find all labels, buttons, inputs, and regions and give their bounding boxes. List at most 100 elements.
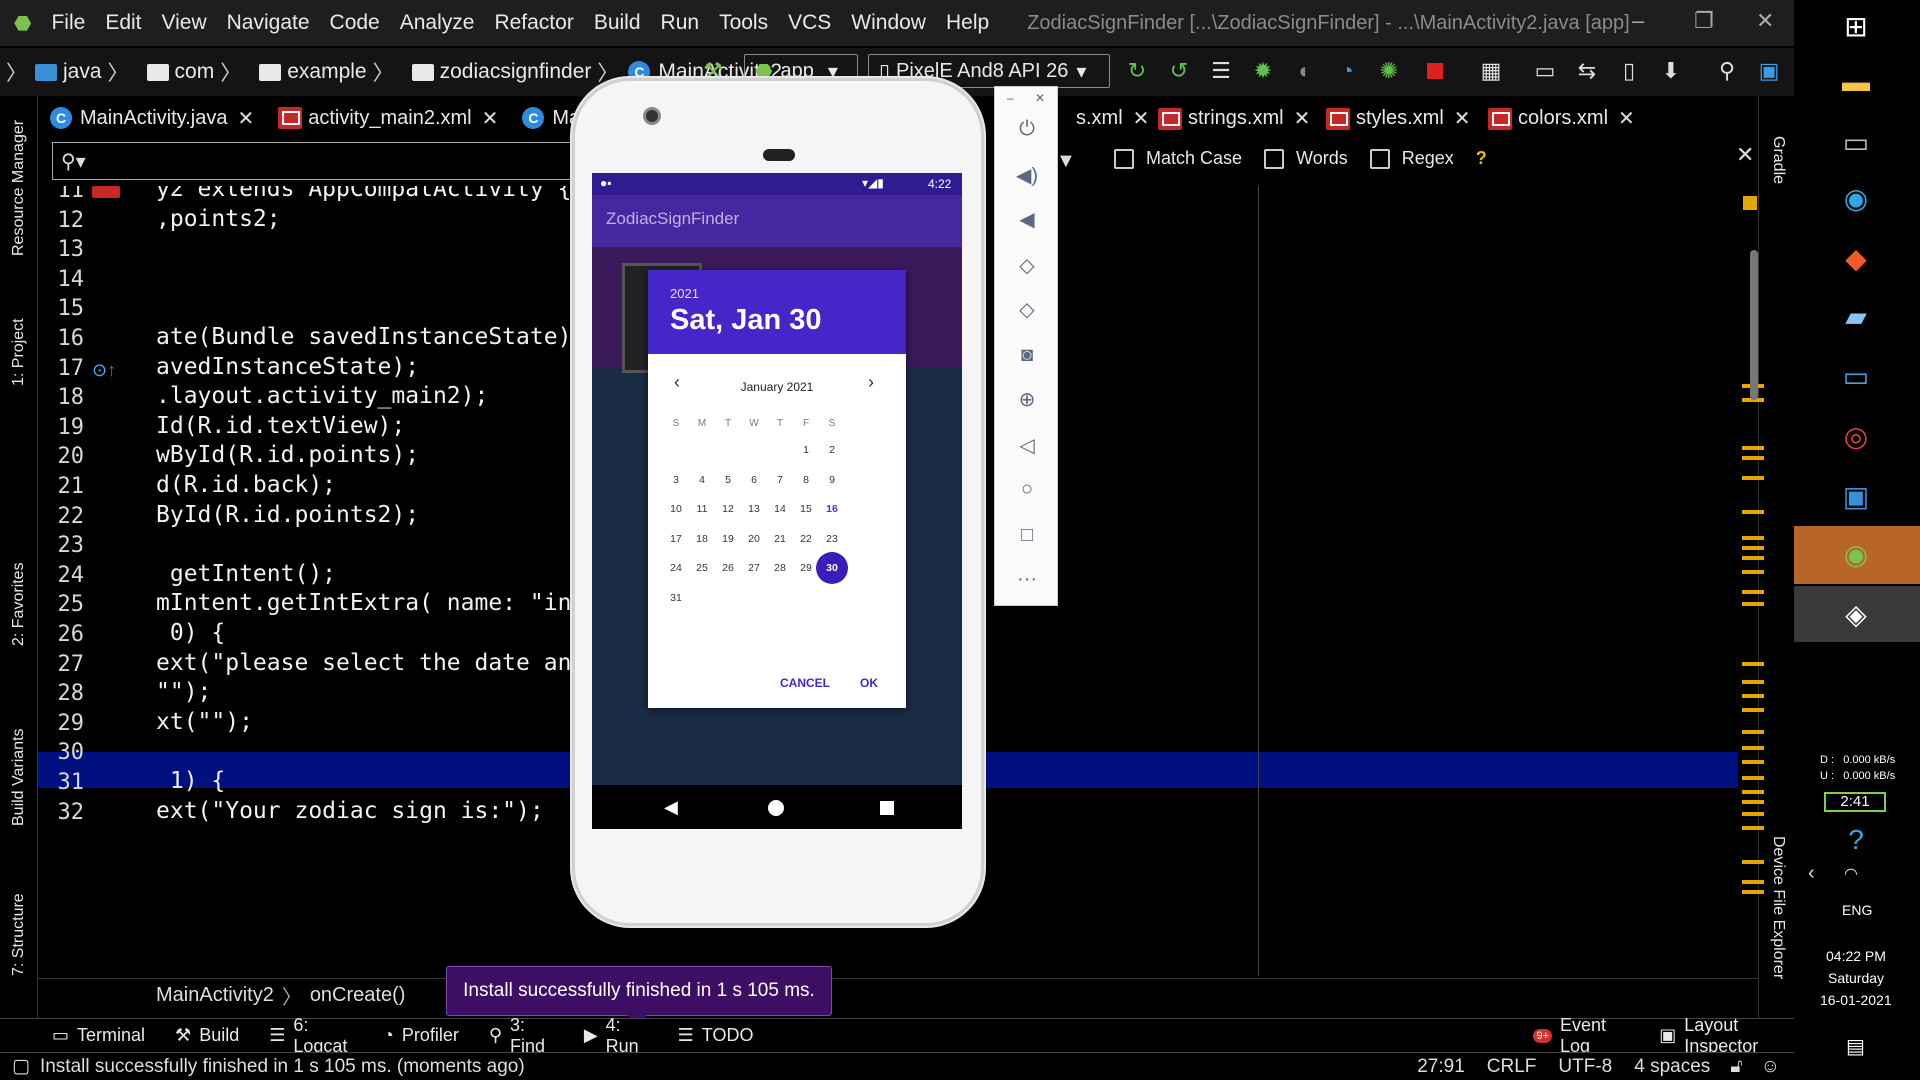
- menu-vcs[interactable]: VCS: [788, 11, 831, 35]
- code-line[interactable]: ate(Bundle savedInstanceState): [156, 324, 571, 350]
- scroll-marker[interactable]: [1742, 680, 1764, 684]
- stop-icon[interactable]: [1422, 58, 1448, 84]
- scroll-marker[interactable]: [1742, 880, 1764, 884]
- scroll-marker[interactable]: [1742, 746, 1764, 750]
- notifications-icon[interactable]: ▤: [1846, 1034, 1865, 1059]
- line-separator[interactable]: CRLF: [1487, 1056, 1537, 1078]
- close-emulator-icon[interactable]: ✕: [1035, 91, 1045, 105]
- close-tab-icon[interactable]: ✕: [1294, 106, 1311, 131]
- rotate-left-icon[interactable]: ◇: [1013, 251, 1041, 279]
- language-indicator[interactable]: ENG: [1842, 902, 1872, 918]
- tool-event-log[interactable]: 9+ Event Log: [1533, 1015, 1625, 1057]
- help-icon[interactable]: ?: [1838, 822, 1874, 858]
- power-icon[interactable]: ⏻: [1013, 115, 1041, 143]
- more-icon[interactable]: ···: [1013, 565, 1041, 593]
- tool-structure[interactable]: 7: Structure: [10, 893, 28, 976]
- menu-build[interactable]: Build: [594, 11, 641, 35]
- menu-refactor[interactable]: Refactor: [494, 11, 573, 35]
- home-icon[interactable]: [768, 800, 784, 816]
- menu-code[interactable]: Code: [330, 11, 380, 35]
- close-tab-icon[interactable]: ✕: [1133, 106, 1150, 131]
- tab-styles-xml[interactable]: styles.xml ✕: [1326, 106, 1471, 131]
- tool-favorites[interactable]: 2: Favorites: [10, 562, 28, 646]
- code-line[interactable]: 1) {: [156, 768, 225, 794]
- menu-file[interactable]: File: [51, 11, 85, 35]
- close-tab-icon[interactable]: ✕: [1618, 106, 1635, 131]
- scroll-marker[interactable]: [1742, 556, 1764, 560]
- calendar-day[interactable]: 23: [816, 523, 848, 555]
- chrome-icon[interactable]: ◎: [1838, 418, 1874, 454]
- close-window-icon[interactable]: ✕: [1756, 8, 1774, 34]
- calendar-day[interactable]: 16: [816, 493, 848, 525]
- scroll-marker[interactable]: [1742, 694, 1764, 698]
- app-window-icon[interactable]: ▣: [1838, 478, 1874, 514]
- tool-run[interactable]: ▶ 4: Run: [584, 1015, 648, 1057]
- computer-icon[interactable]: ▭: [1838, 124, 1874, 160]
- attach-debugger-icon[interactable]: ✺: [1376, 58, 1402, 84]
- next-month-icon[interactable]: ›: [868, 372, 874, 393]
- scroll-marker[interactable]: [1742, 570, 1764, 574]
- tab-values-xml[interactable]: s.xml ✕: [1076, 106, 1149, 131]
- calendar-day[interactable]: 30: [816, 552, 848, 584]
- close-tab-icon[interactable]: ✕: [237, 106, 254, 131]
- breadcrumb-class[interactable]: MainActivity2: [156, 984, 274, 1007]
- code-line[interactable]: ext("Your zodiac sign is:");: [156, 798, 544, 824]
- brave-icon[interactable]: ◆: [1838, 240, 1874, 276]
- scroll-marker[interactable]: [1742, 590, 1764, 594]
- tool-build-variants[interactable]: Build Variants: [10, 728, 28, 826]
- scroll-marker[interactable]: [1742, 760, 1764, 764]
- tool-gradle[interactable]: Gradle: [1769, 136, 1787, 184]
- code-line[interactable]: avedInstanceState);: [156, 354, 419, 380]
- menu-view[interactable]: View: [162, 11, 207, 35]
- find-input[interactable]: ⚲▾: [52, 142, 577, 180]
- scroll-marker[interactable]: [1742, 890, 1764, 894]
- scroll-marker[interactable]: [1742, 776, 1764, 780]
- scroll-marker[interactable]: [1742, 826, 1764, 830]
- scroll-marker[interactable]: [1742, 860, 1764, 864]
- menu-tools[interactable]: Tools: [719, 11, 768, 35]
- warning-indicator-icon[interactable]: [1743, 196, 1757, 210]
- scroll-marker[interactable]: [1742, 446, 1764, 450]
- notes-icon[interactable]: ▰: [1838, 298, 1874, 334]
- scrollbar-thumb[interactable]: [1750, 250, 1758, 400]
- scroll-marker[interactable]: [1742, 456, 1764, 460]
- close-tab-icon[interactable]: ✕: [1454, 106, 1471, 131]
- scroll-marker[interactable]: [1742, 800, 1764, 804]
- camera-icon[interactable]: ◙: [1013, 341, 1041, 369]
- scroll-marker[interactable]: [1742, 510, 1764, 514]
- regex-checkbox[interactable]: Regex: [1369, 148, 1454, 169]
- volume-down-icon[interactable]: ◀: [1013, 205, 1041, 233]
- scroll-marker[interactable]: [1742, 812, 1764, 816]
- profile-icon[interactable]: ◔: [1334, 58, 1360, 84]
- code-line[interactable]: getIntent();: [156, 561, 336, 587]
- laptop-icon[interactable]: ▭: [1838, 358, 1874, 394]
- year-label[interactable]: 2021: [670, 286, 699, 301]
- regex-help-icon[interactable]: ?: [1476, 148, 1487, 169]
- sdk-manager-icon[interactable]: ⬇: [1658, 58, 1684, 84]
- zoom-icon[interactable]: ⊕: [1013, 385, 1041, 413]
- file-explorer-icon[interactable]: ▬: [1838, 64, 1874, 100]
- ok-button[interactable]: OK: [860, 676, 878, 690]
- code-line[interactable]: wById(R.id.points);: [156, 442, 419, 468]
- cancel-button[interactable]: CANCEL: [780, 676, 830, 690]
- override-icon[interactable]: ⊙↑: [92, 360, 116, 381]
- crumb-zodiacsignfinder[interactable]: zodiacsignfinder 〉: [404, 57, 618, 87]
- tool-logcat[interactable]: ☰ 6: Logcat: [269, 1015, 353, 1057]
- code-line[interactable]: 0) {: [156, 620, 225, 646]
- scroll-marker[interactable]: [1742, 476, 1764, 480]
- caret-position[interactable]: 27:91: [1417, 1056, 1465, 1078]
- home-icon[interactable]: ○: [1013, 475, 1041, 503]
- code-line[interactable]: ById(R.id.points2);: [156, 502, 419, 528]
- tab-activity-main2[interactable]: activity_main2.xml ✕: [278, 106, 498, 131]
- match-case-checkbox[interactable]: Match Case: [1114, 148, 1242, 169]
- breadcrumb-method[interactable]: onCreate(): [310, 984, 406, 1007]
- tool-project[interactable]: 1: Project: [10, 318, 28, 386]
- tool-build[interactable]: ⚒ Build: [175, 1025, 239, 1046]
- emulator-icon[interactable]: ◈: [1838, 596, 1874, 632]
- code-line[interactable]: .layout.activity_main2);: [156, 383, 488, 409]
- lock-icon[interactable]: 🔓︎: [1730, 1056, 1742, 1078]
- menu-edit[interactable]: Edit: [105, 11, 141, 35]
- tab-colors-xml[interactable]: colors.xml ✕: [1488, 106, 1635, 131]
- tab-strings-xml[interactable]: strings.xml ✕: [1158, 106, 1310, 131]
- scroll-marker[interactable]: [1742, 602, 1764, 606]
